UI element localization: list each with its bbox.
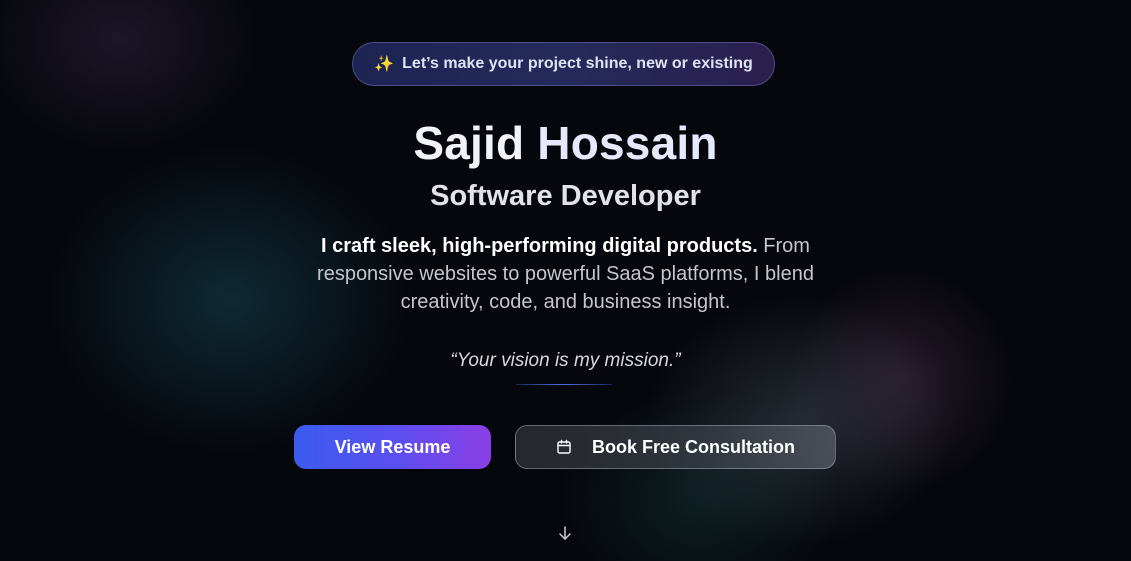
book-consultation-label: Book Free Consultation — [591, 436, 795, 457]
hero-section: ✨ Let’s make your project shine, new or … — [0, 0, 1131, 561]
view-resume-button[interactable]: View Resume — [294, 425, 491, 469]
hero-name: Sajid Hossain — [0, 116, 1131, 170]
tagline-badge: ✨ Let’s make your project shine, new or … — [352, 42, 775, 86]
hero-description: I craft sleek, high-performing digital p… — [290, 232, 841, 316]
first-name: Sajid — [413, 117, 525, 169]
book-consultation-button[interactable]: Book Free Consultation — [515, 425, 836, 469]
hero-role: Software Developer — [430, 180, 701, 212]
hero-quote: “Your vision is my mission.” — [450, 350, 681, 371]
description-bold: I craft sleek, high-performing digital p… — [321, 235, 758, 257]
sparkles-icon: ✨ — [374, 56, 395, 73]
calendar-icon — [557, 439, 571, 454]
tagline-text: Let’s make your project shine, new or ex… — [402, 55, 753, 72]
scroll-down-button[interactable] — [555, 523, 575, 543]
arrow-down-icon — [559, 526, 571, 540]
quote-divider — [516, 384, 612, 385]
last-name: Hossain — [537, 117, 718, 169]
